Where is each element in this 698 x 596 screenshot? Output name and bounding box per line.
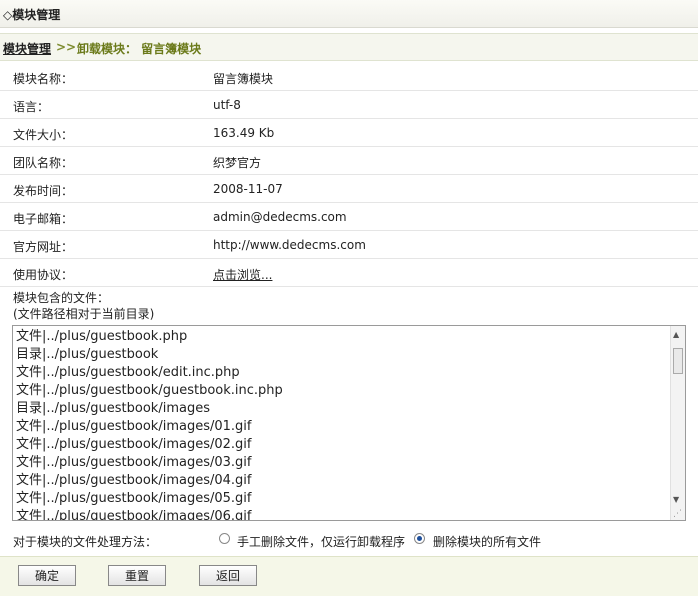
files-label: 模块包含的文件： (文件路径相对于当前目录) (13, 290, 154, 322)
info-row-email: 电子邮箱： admin@dedecms.com (0, 202, 698, 231)
radio-delete-all[interactable] (414, 533, 425, 544)
file-entry: 文件|../plus/guestbook/guestbook.inc.php (16, 383, 283, 398)
radio-manual-delete-label[interactable]: 手工删除文件，仅运行卸载程序 (237, 533, 405, 550)
breadcrumb-current: 卸载模块： 留言簿模块 (77, 42, 202, 56)
info-value: http://www.dedecms.com (213, 238, 366, 252)
info-row-language: 语言： utf-8 (0, 90, 698, 119)
file-entry: 文件|../plus/guestbook/images/03.gif (16, 455, 252, 470)
info-label: 使用协议： (13, 268, 74, 282)
info-row-website: 官方网址： http://www.dedecms.com (0, 230, 698, 259)
info-label: 电子邮箱： (13, 212, 74, 226)
file-entry: 文件|../plus/guestbook/images/04.gif (16, 473, 252, 488)
info-value: utf-8 (213, 98, 241, 112)
info-label: 模块名称： (13, 72, 74, 86)
file-entry: 文件|../plus/guestbook/images/05.gif (16, 491, 252, 506)
info-label: 文件大小： (13, 128, 74, 142)
info-label: 语言： (13, 100, 50, 114)
info-row-module-name: 模块名称： 留言簿模块 (0, 62, 698, 91)
file-entry: 目录|../plus/guestbook (16, 347, 159, 362)
files-title: 模块包含的文件： (13, 291, 110, 305)
confirm-button[interactable]: 确定 (18, 565, 76, 586)
info-value: 163.49 Kb (213, 126, 275, 140)
action-bar: 确定 重置 返回 (0, 556, 698, 596)
file-handling-method: 对于模块的文件处理方法： 手工删除文件，仅运行卸载程序 删除模块的所有文件 (0, 527, 698, 553)
scroll-down-icon[interactable]: ▼ (673, 495, 679, 504)
file-entry: 文件|../plus/guestbook/images/02.gif (16, 437, 252, 452)
radio-manual-delete[interactable] (219, 533, 230, 544)
scrollbar-thumb[interactable] (673, 348, 683, 374)
file-entry: 目录|../plus/guestbook/images (16, 401, 210, 416)
info-value: 织梦官方 (213, 156, 262, 170)
info-value: 2008-11-07 (213, 182, 283, 196)
scroll-up-icon[interactable]: ▲ (673, 330, 679, 339)
file-entry: 文件|../plus/guestbook/edit.inc.php (16, 365, 240, 380)
file-list-scrollbar[interactable]: ▲ ▼ ⋰ (670, 326, 685, 520)
info-label: 发布时间： (13, 184, 74, 198)
info-row-file-size: 文件大小： 163.49 Kb (0, 118, 698, 147)
info-row-license: 使用协议： 点击浏览... (0, 258, 698, 287)
file-list: 文件|../plus/guestbook.php 目录|../plus/gues… (16, 328, 666, 520)
back-button[interactable]: 返回 (199, 565, 257, 586)
radio-delete-all-label[interactable]: 删除模块的所有文件 (433, 533, 541, 550)
breadcrumb-root-link[interactable]: 模块管理 (3, 40, 51, 57)
breadcrumb: 模块管理 >> 卸载模块： 留言簿模块 (0, 33, 698, 61)
info-label: 团队名称： (13, 156, 74, 170)
info-row-team-name: 团队名称： 织梦官方 (0, 146, 698, 175)
info-value: admin@dedecms.com (213, 210, 347, 224)
info-label: 官方网址： (13, 240, 74, 254)
files-path-note: (文件路径相对于当前目录) (13, 307, 155, 321)
file-entry: 文件|../plus/guestbook/images/06.gif (16, 509, 252, 520)
file-entry: 文件|../plus/guestbook.php (16, 329, 188, 344)
page-title: ◇模块管理 (3, 8, 61, 22)
file-list-textarea[interactable]: 文件|../plus/guestbook.php 目录|../plus/gues… (12, 325, 686, 521)
info-row-release-date: 发布时间： 2008-11-07 (0, 174, 698, 203)
resize-grip-icon[interactable]: ⋰ (673, 509, 682, 519)
reset-button[interactable]: 重置 (108, 565, 166, 586)
breadcrumb-separator: >> (56, 40, 77, 54)
license-link[interactable]: 点击浏览... (213, 266, 272, 283)
method-label: 对于模块的文件处理方法： (13, 535, 158, 549)
title-bar: ◇模块管理 (0, 0, 698, 28)
file-entry: 文件|../plus/guestbook/images/01.gif (16, 419, 252, 434)
info-value: 留言簿模块 (213, 72, 274, 86)
